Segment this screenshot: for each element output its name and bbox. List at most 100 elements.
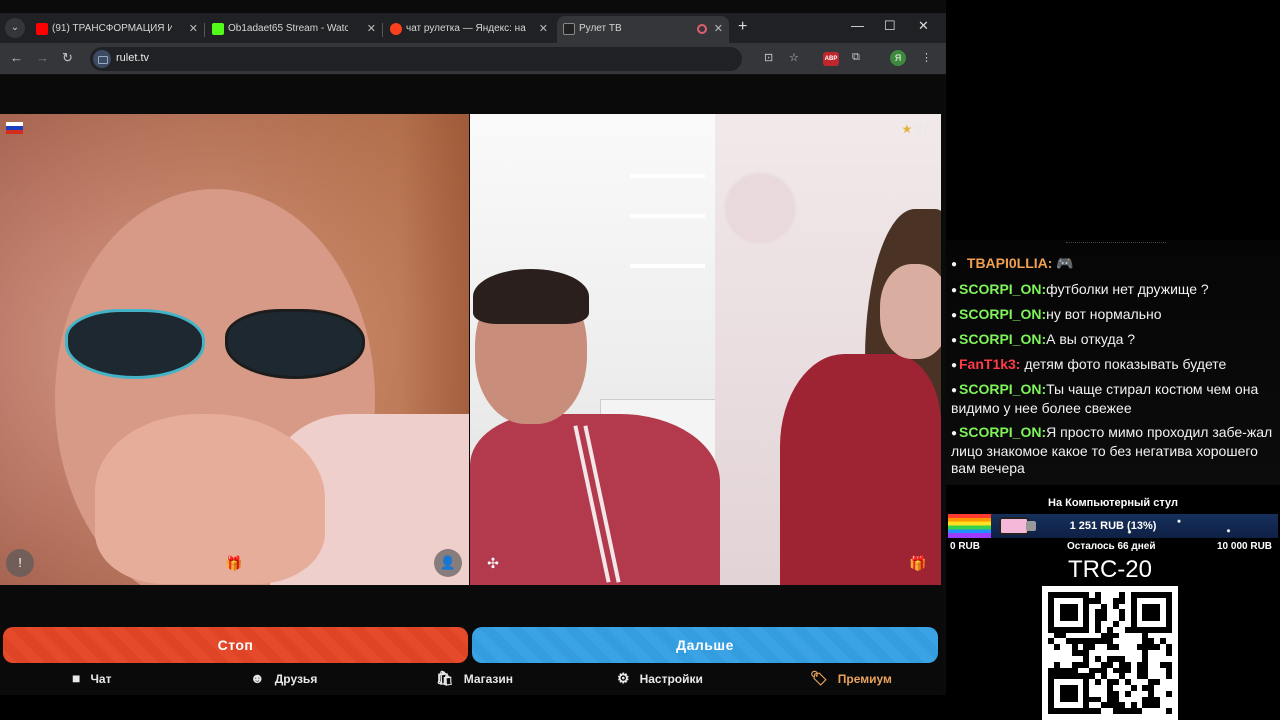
profile-button[interactable]: 👤 xyxy=(434,549,462,577)
chat-message: ● SCORPI_ON:футболки нет дружище ? xyxy=(951,281,1276,300)
nav-chat[interactable]: ■ Чат xyxy=(72,670,111,686)
tab-kick[interactable]: Ob1adaet65 Stream - Watch Li ✕ xyxy=(206,16,382,43)
tab-youtube[interactable]: (91) ТРАНСФОРМАЦИЯ ИВАН ✕ xyxy=(30,16,204,43)
goal-title: На Компьютерный стул xyxy=(1048,497,1178,509)
close-icon[interactable]: ✕ xyxy=(367,16,376,42)
next-button[interactable]: Дальше xyxy=(472,627,938,663)
goal-progress-bar: 1 251 RUB (13%) xyxy=(948,514,1278,538)
girl-tracksuit xyxy=(780,354,941,585)
maximize-button[interactable]: ☐ xyxy=(884,18,896,34)
star-icon: ★ xyxy=(901,122,913,136)
new-tab-button[interactable]: + xyxy=(738,18,747,36)
tab-search-button[interactable]: ⌄ xyxy=(5,18,25,38)
bullet-icon: ● xyxy=(951,310,958,321)
bullet-icon: ● xyxy=(951,385,958,396)
partner-rating: ★ 27 xyxy=(902,122,929,136)
reload-button[interactable]: ↻ xyxy=(62,50,73,66)
tab-strip: ⌄ (91) ТРАНСФОРМАЦИЯ ИВАН ✕ Ob1adaet65 S… xyxy=(0,13,946,43)
gift-icon[interactable]: 🎁 xyxy=(907,552,929,574)
gear-icon: ⚙ xyxy=(617,670,630,686)
close-icon[interactable]: ✕ xyxy=(539,16,548,42)
back-button[interactable]: ← xyxy=(10,50,23,65)
url-text: rulet.tv xyxy=(116,52,150,64)
goal-max: 10 000 RUB xyxy=(1217,541,1273,552)
nav-premium[interactable]: 🏷 Премиум xyxy=(810,670,892,687)
qr-code xyxy=(1042,586,1178,720)
video-partner: ★ 27 ✣ 🎁 xyxy=(470,114,941,585)
chat-nick: SCORPI_ON: xyxy=(959,281,1047,297)
gift-icon[interactable]: 🎁 xyxy=(223,552,245,574)
chat-message: ● SCORPI_ON:ну вот нормально xyxy=(951,306,1276,325)
chat-nick: SCORPI_ON: xyxy=(959,381,1047,397)
rating-count: 27 xyxy=(915,122,929,136)
stream-chat: ● TBAPI0LLIA: 🎮 ● SCORPI_ON:футболки нет … xyxy=(946,240,1280,485)
kick-icon xyxy=(212,23,224,35)
bullet-icon: ● xyxy=(951,428,958,439)
chat-message: ● SCORPI_ON:Ты чаще стирал костюм чем она… xyxy=(951,381,1276,417)
lens-right xyxy=(225,309,365,379)
nav-label: Чат xyxy=(90,672,112,686)
report-button[interactable]: ! xyxy=(6,549,34,577)
man-tracksuit xyxy=(470,414,720,585)
sunglasses xyxy=(65,309,365,389)
bullet-icon: ● xyxy=(951,335,958,346)
profile-avatar[interactable]: Я xyxy=(890,50,906,66)
tab-title: Рулет ТВ xyxy=(579,23,622,34)
nav-friends[interactable]: ☻ Друзья xyxy=(250,670,317,686)
chat-text: детям фото показывать будете xyxy=(1020,356,1227,372)
girl-face xyxy=(880,264,941,359)
lens-left xyxy=(65,309,205,379)
extensions-icon[interactable]: ⧉ xyxy=(852,51,860,64)
game-icon[interactable]: ✣ xyxy=(482,552,504,574)
bookmark-star-icon[interactable]: ☆ xyxy=(789,51,799,64)
yandex-icon xyxy=(390,23,402,35)
bag-icon: 🛍 xyxy=(436,670,454,686)
chat-text: ну вот нормально xyxy=(1046,306,1162,322)
adblock-icon[interactable]: ABP xyxy=(823,52,839,66)
window-close-button[interactable]: ✕ xyxy=(918,18,929,34)
qr-module xyxy=(1166,708,1172,714)
chat-message: ● SCORPI_ON:Я просто мимо проходил забе-ж… xyxy=(951,424,1276,478)
chat-icon: ■ xyxy=(72,670,81,686)
install-app-icon[interactable]: ⊡ xyxy=(764,51,773,64)
shelf xyxy=(630,214,705,218)
nav-settings[interactable]: ⚙ Настройки xyxy=(617,670,703,687)
youtube-icon xyxy=(36,23,48,35)
stop-button[interactable]: Стоп xyxy=(3,627,468,663)
forward-button[interactable]: → xyxy=(36,50,49,65)
chat-nick: FanT1k3: xyxy=(959,356,1021,372)
site-info-icon[interactable] xyxy=(93,50,111,68)
omnibox[interactable]: rulet.tv xyxy=(90,47,742,71)
rulet-page: ! 🎁 👤 ★ 27 ✣ 🎁 Стоп Дальше ■ Чат ☻ Друзь… xyxy=(0,76,942,695)
nav-label: Настройки xyxy=(639,672,703,686)
recording-icon xyxy=(697,24,707,34)
chat-nick: SCORPI_ON: xyxy=(959,306,1047,322)
tab-divider xyxy=(204,23,205,37)
chat-message: ● TBAPI0LLIA: 🎮 xyxy=(951,255,1276,274)
goal-min: 0 RUB xyxy=(950,541,981,552)
tab-title: (91) ТРАНСФОРМАЦИЯ ИВАН xyxy=(52,23,172,34)
browser-window: ⌄ (91) ТРАНСФОРМАЦИЯ ИВАН ✕ Ob1adaet65 S… xyxy=(0,0,946,695)
bullet-icon: ● xyxy=(951,259,958,270)
tab-rulet-tv[interactable]: Рулет ТВ ✕ xyxy=(557,16,729,43)
close-icon[interactable]: ✕ xyxy=(189,16,198,42)
shelf xyxy=(630,174,705,178)
chat-text: футболки нет дружище ? xyxy=(1046,281,1209,297)
nav-label: Друзья xyxy=(274,672,318,686)
chat-nick: SCORPI_ON: xyxy=(959,424,1047,440)
menu-kebab-icon[interactable]: ⋮ xyxy=(921,51,932,64)
minimize-button[interactable]: — xyxy=(851,18,864,33)
close-icon[interactable]: ✕ xyxy=(714,16,723,42)
smiley-icon: ☻ xyxy=(250,670,265,686)
shelf xyxy=(630,264,705,268)
chat-top-rule xyxy=(1066,242,1166,245)
stream-overlay: ● TBAPI0LLIA: 🎮 ● SCORPI_ON:футболки нет … xyxy=(946,0,1280,720)
tag-icon: 🏷 xyxy=(810,670,828,686)
bullet-icon: ● xyxy=(951,285,958,296)
address-bar: ← → ↻ rulet.tv ⊡ ☆ ABP ⧉ Я ⋮ xyxy=(0,43,946,75)
tab-yandex[interactable]: чат рулетка — Яндекс: нашло ✕ xyxy=(384,16,554,43)
video-self: ! 🎁 👤 xyxy=(0,114,469,585)
nav-shop[interactable]: 🛍 Магазин xyxy=(436,670,513,687)
nav-label: Премиум xyxy=(837,672,892,686)
chat-text: 🎮 xyxy=(1052,255,1074,271)
